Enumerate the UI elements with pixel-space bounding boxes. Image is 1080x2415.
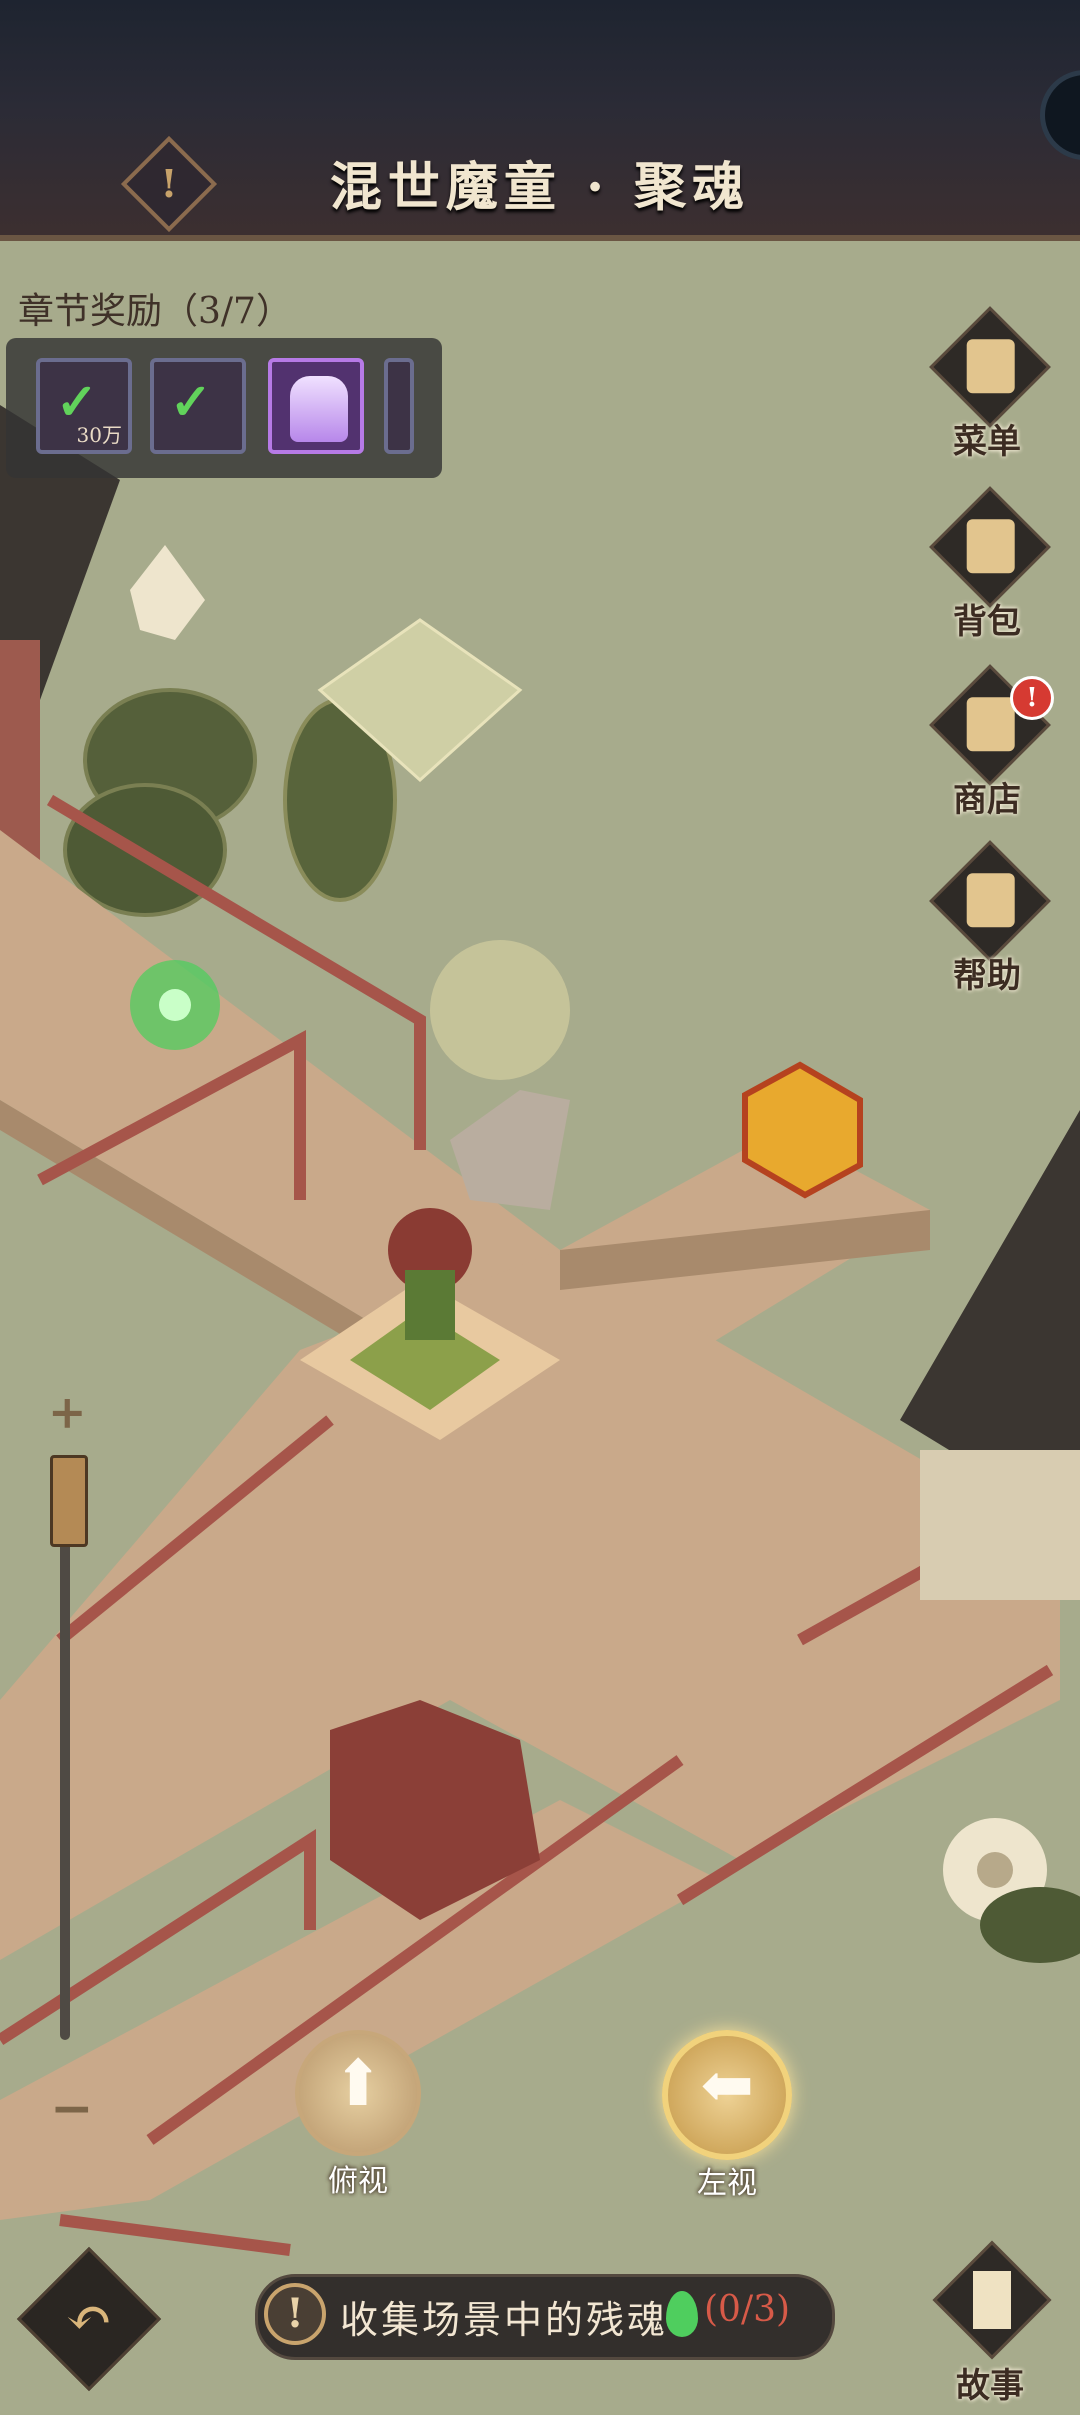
check-icon: ✓ [170,372,212,431]
bag-label: 背包 [953,602,1021,642]
chapter-reward-label: 章节奖励（3/7） [18,291,292,332]
menu-label: 菜单 [953,422,1021,462]
page-title: 混世魔童 · 聚魂 [329,157,751,218]
menu-button[interactable]: 菜单 [922,306,1052,478]
left-view-button[interactable]: ⬅ 左视 [662,2030,792,2201]
bag-button[interactable]: 背包 [922,486,1052,658]
zoom-slider-handle[interactable] [50,1455,88,1547]
shop-label: 商店 [953,780,1021,820]
arrow-up-icon: ⬆ [331,2046,385,2121]
scroll-menu-icon [929,306,1051,428]
bag-icon [929,486,1051,608]
reward-quantity: 30万 [76,423,122,447]
soul-flame-icon [666,2291,698,2337]
reward-item-partial[interactable] [384,358,414,454]
story-book-icon [932,2240,1052,2360]
story-button[interactable]: 故事 [920,2240,1060,2406]
spirit-light [430,940,570,1080]
back-arrow-icon: ↶ [65,2286,113,2351]
top-view-button[interactable]: ⬆ 俯视 [295,2030,421,2199]
zoom-in-button[interactable]: + [48,1385,87,1439]
purple-robe-icon [290,376,348,442]
reward-item[interactable] [268,358,364,454]
reward-item[interactable]: ✓ [150,358,246,454]
help-button[interactable]: 帮助 [922,840,1052,1012]
shop-notification-badge: ! [1010,676,1054,720]
zoom-slider-track[interactable] [60,1460,70,2040]
arrow-left-icon: ⬅ [700,2048,754,2123]
quest-bar[interactable]: ! 收集场景中的残魂 (0/3) [255,2274,835,2360]
top-view-label: 俯视 [328,2164,388,2199]
shop-button[interactable]: ! 商店 [922,664,1054,836]
quest-progress: (0/3) [704,2289,791,2330]
left-view-label: 左视 [697,2166,757,2201]
quest-alert-icon: ! [264,2283,326,2345]
help-label: 帮助 [953,956,1021,996]
reward-item[interactable]: ✓ 30万 [36,358,132,454]
quest-text: 收集场景中的残魂 [340,2298,669,2342]
zoom-out-button[interactable]: − [50,2078,94,2139]
help-scroll-icon [929,840,1051,962]
